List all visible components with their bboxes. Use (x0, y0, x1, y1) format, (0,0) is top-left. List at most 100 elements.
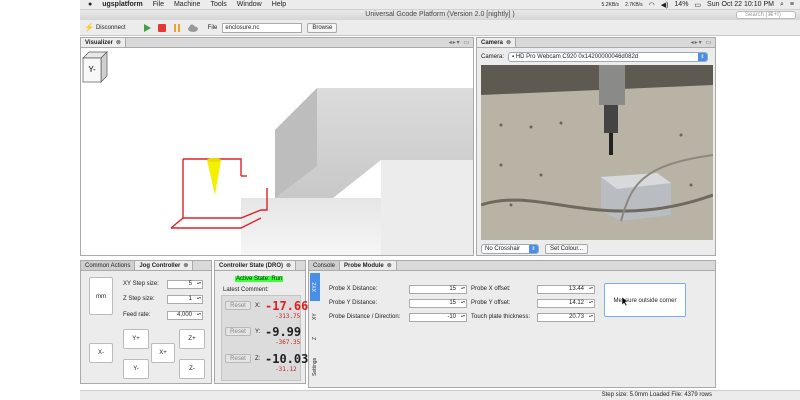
side-tab-xyz[interactable]: XYZ (310, 273, 320, 301)
net-rate-up: 5.2KB/s (601, 1, 620, 8)
menu-tools[interactable]: Tools (210, 1, 226, 8)
xy-step-label: XY Step size: (123, 281, 159, 287)
x-machine-position: -313.75 (275, 313, 301, 320)
file-path-field[interactable]: enclosure.nc (222, 22, 303, 33)
tab-visualizer[interactable]: Visualizer ⊗ (81, 38, 126, 47)
tab-console[interactable]: Console (309, 261, 341, 270)
search-input[interactable]: Search (⌘+I) (736, 11, 796, 19)
disconnect-button[interactable]: ⚡ Disconnect (84, 22, 126, 33)
close-icon[interactable]: ⊗ (183, 263, 188, 269)
feed-rate-input[interactable]: 4,000 (167, 311, 203, 320)
z-step-label: Z Step size: (123, 296, 155, 302)
status-bar: Step size: 5.0mm Loaded File: 4379 rows (80, 390, 800, 400)
touch-plate-row: Touch plate thickness: 20.73 (471, 313, 601, 327)
window-title-bar: Universal Gcode Platform (Version 2.0 [n… (80, 10, 800, 20)
measure-outside-corner-button[interactable]: Measure outside corner (604, 283, 686, 317)
status-text: Step size: 5.0mm Loaded File: 4379 rows (601, 392, 712, 398)
x-work-position: -17.66 (265, 299, 309, 313)
z-work-position: -10.03 (265, 352, 309, 366)
disconnect-icon: ⚡ (84, 23, 94, 32)
tab-probe-module[interactable]: Probe Module ⊗ (340, 261, 397, 270)
camera-feed (481, 65, 713, 240)
probe-panel: Console Probe Module ⊗ XYZ XY Z Settings … (308, 260, 716, 388)
reset-y-button[interactable]: Reset (225, 327, 251, 336)
probe-x-offset-input[interactable]: 13.44 (537, 285, 595, 294)
probe-x-distance-input[interactable]: 15 (409, 285, 467, 294)
visualizer-header: Visualizer ⊗ ◂▸▾ ▭ (81, 38, 473, 48)
jog-x-plus-button[interactable]: X+ (151, 343, 175, 363)
jog-x-minus-button[interactable]: X- (89, 343, 113, 363)
touch-plate-input[interactable]: 20.73 (537, 313, 595, 322)
visualizer-canvas[interactable]: Y- (81, 48, 474, 256)
tab-common-actions[interactable]: Common Actions (81, 261, 136, 270)
menu-list-icon[interactable]: ≡ (790, 1, 794, 8)
stock-front-face (241, 198, 381, 255)
jog-y-plus-button[interactable]: Y+ (123, 329, 149, 349)
pause-icon[interactable] (172, 23, 182, 33)
y-work-position: -9.99 (265, 325, 302, 339)
battery-percent: 14% (674, 1, 689, 8)
orientation-cube[interactable]: Y- (82, 51, 108, 83)
units-button[interactable]: mm (89, 277, 113, 315)
side-tab-xy[interactable]: XY (310, 307, 320, 327)
close-icon[interactable]: ⊗ (286, 263, 291, 269)
menu-file[interactable]: File (153, 1, 164, 8)
volume-icon[interactable]: ◀) (661, 1, 669, 9)
tab-controller-state[interactable]: Controller State (DRO) ⊗ (215, 261, 297, 270)
tab-camera[interactable]: Camera ⊗ (477, 38, 517, 47)
panel-controls-icon[interactable]: ◂▸▾ ▭ (691, 38, 715, 47)
menu-datetime[interactable]: Sun Oct 22 10:10 PM (707, 1, 774, 8)
tool-cone (207, 160, 221, 195)
menu-app-name[interactable]: ugsplatform (102, 1, 142, 8)
apple-icon[interactable]: ● (88, 1, 92, 8)
side-tab-z[interactable]: Z (310, 331, 320, 345)
latest-comment-label: Latest Comment: (223, 287, 269, 293)
reset-x-button[interactable]: Reset (225, 301, 251, 310)
battery-icon[interactable]: ▭ (694, 1, 701, 9)
play-icon[interactable] (142, 23, 152, 33)
dro-header: Controller State (DRO) ⊗ (215, 261, 305, 271)
cloud-icon[interactable] (187, 23, 199, 33)
file-label: File (207, 24, 218, 31)
probe-fields-left: Probe X Distance: 15 Probe Y Distance: 1… (329, 285, 479, 327)
wifi-icon[interactable]: ◠ (649, 1, 655, 9)
y-machine-position: -367.35 (275, 339, 301, 346)
camera-header: Camera ⊗ ◂▸▾ ▭ (477, 38, 715, 48)
active-state: Active State: Run (235, 276, 284, 282)
dro-panel: Controller State (DRO) ⊗ Active State: Ru… (214, 260, 309, 384)
browse-button[interactable]: Browse (307, 22, 338, 33)
probe-y-offset-input[interactable]: 14.12 (537, 299, 595, 308)
menu-help[interactable]: Help (272, 1, 286, 8)
xy-step-input[interactable]: 5 (167, 280, 203, 289)
spotlight-icon[interactable]: ⌕ (780, 1, 784, 9)
menu-machine[interactable]: Machine (174, 1, 200, 8)
jog-header: Common Actions Jog Controller ⊗ (81, 261, 211, 271)
close-icon[interactable]: ⊗ (387, 263, 392, 269)
set-colour-button[interactable]: Set Colour... (545, 244, 589, 254)
probe-direction-input[interactable]: -10 (409, 313, 467, 322)
panel-controls-icon[interactable]: ◂▸▾ ▭ (449, 38, 473, 47)
close-icon[interactable]: ⊗ (116, 40, 121, 46)
net-rate-down: 2.7KB/s (625, 1, 643, 8)
probe-y-distance-input[interactable]: 15 (409, 299, 467, 308)
cursor-icon (622, 297, 628, 306)
z-step-input[interactable]: 1 (167, 295, 203, 304)
active-state-value: Run (271, 276, 283, 282)
probe-direction-row: Probe Distance / Direction: -10 (329, 313, 479, 327)
menu-window[interactable]: Window (237, 1, 262, 8)
stop-icon[interactable] (157, 23, 167, 33)
jog-y-minus-button[interactable]: Y- (123, 359, 149, 379)
camera-label: Camera: (481, 54, 505, 60)
crosshair-select[interactable]: No Crosshair ⇕ (481, 244, 539, 254)
feed-rate-label: Feed rate: (123, 312, 151, 318)
tab-jog-controller[interactable]: Jog Controller ⊗ (135, 261, 194, 270)
stock-side-face (381, 160, 473, 255)
reset-z-button[interactable]: Reset (225, 354, 251, 363)
jog-z-plus-button[interactable]: Z+ (179, 329, 205, 349)
side-tab-settings[interactable]: Settings (310, 351, 320, 383)
jog-z-minus-button[interactable]: Z- (179, 359, 205, 379)
close-icon[interactable]: ⊗ (506, 40, 511, 46)
axis-y-label: Y: (255, 329, 261, 335)
camera-select[interactable]: ▪ HD Pro Webcam C920 0x14200000046d082d … (508, 52, 709, 62)
jog-panel: Common Actions Jog Controller ⊗ mm XY Ste… (80, 260, 212, 384)
